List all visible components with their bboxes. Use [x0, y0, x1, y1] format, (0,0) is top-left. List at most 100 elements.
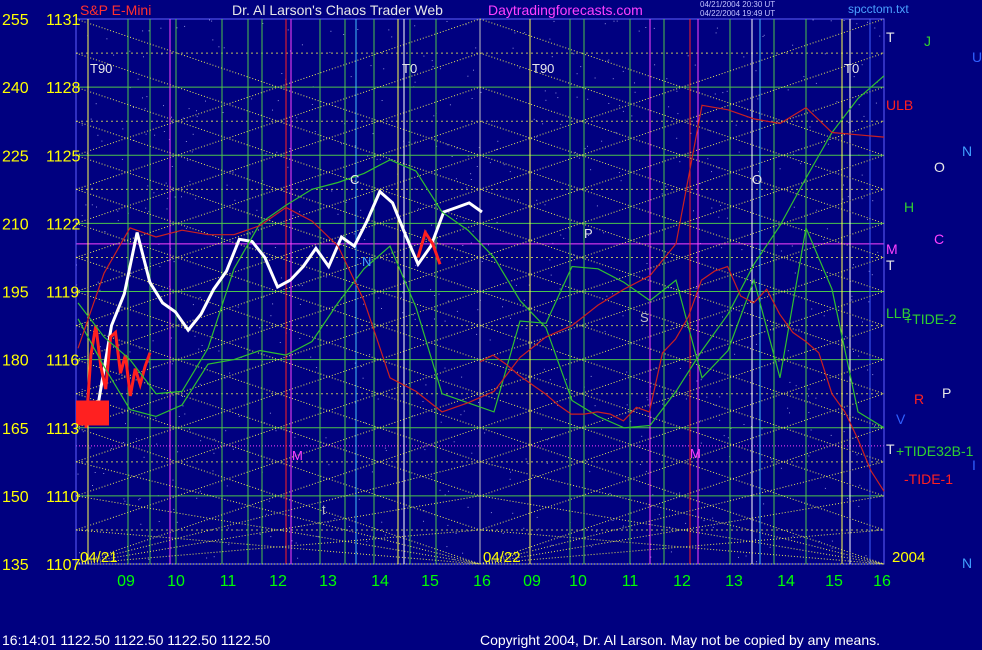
- hour-label: 15: [825, 573, 843, 590]
- star-dot: [865, 555, 867, 557]
- star-dot: [229, 372, 231, 374]
- star-dot: [81, 215, 83, 217]
- star-dot: [755, 538, 756, 540]
- star-dot: [696, 380, 698, 382]
- star-dot: [188, 108, 190, 110]
- star-dot: [723, 435, 725, 437]
- star-dot: [167, 197, 169, 199]
- star-dot: [525, 458, 527, 460]
- star-dot: [695, 287, 697, 289]
- star-dot: [462, 245, 464, 246]
- star-dot: [184, 413, 186, 415]
- star-dot: [536, 199, 538, 201]
- star-dot: [536, 136, 538, 138]
- star-dot: [199, 490, 201, 492]
- star-dot: [272, 109, 273, 111]
- star-dot: [123, 442, 124, 443]
- timestamp-block: 04/21/2004 20:30 UT 04/22/2004 19:49 UT: [700, 0, 775, 18]
- star-dot: [590, 169, 592, 171]
- star-dot: [142, 30, 144, 32]
- star-dot: [795, 385, 797, 387]
- star-dot: [155, 417, 157, 419]
- star-dot: [178, 416, 180, 417]
- star-dot: [89, 447, 91, 449]
- star-dot: [277, 100, 279, 102]
- star-dot: [163, 131, 165, 132]
- star-dot: [96, 206, 97, 208]
- star-dot: [518, 199, 519, 201]
- star-dot: [162, 289, 164, 291]
- star-dot: [693, 210, 694, 212]
- star-dot: [147, 185, 149, 187]
- star-dot: [615, 132, 617, 134]
- star-dot: [391, 36, 393, 38]
- star-dot: [879, 35, 881, 37]
- star-dot: [560, 124, 562, 126]
- left-scale-label: 135: [2, 557, 29, 574]
- star-dot: [858, 505, 860, 507]
- star-dot: [604, 330, 606, 332]
- star-dot: [823, 238, 825, 240]
- star-dot: [808, 455, 810, 457]
- left-scale-label: 255: [2, 12, 29, 29]
- right-label: +TIDE-2: [904, 311, 957, 327]
- star-dot: [721, 247, 723, 249]
- star-dot: [608, 59, 610, 61]
- star-dot: [101, 140, 103, 142]
- star-dot: [305, 444, 307, 446]
- star-dot: [861, 174, 863, 176]
- star-dot: [156, 443, 158, 445]
- star-dot: [295, 542, 297, 544]
- star-dot: [559, 288, 561, 290]
- star-dot: [209, 19, 210, 21]
- star-dot: [646, 263, 648, 264]
- star-dot: [608, 103, 610, 104]
- star-dot: [580, 66, 582, 68]
- hour-label: 09: [117, 573, 135, 590]
- star-dot: [451, 156, 453, 157]
- star-dot: [153, 366, 155, 368]
- hour-label: 11: [220, 573, 237, 590]
- star-dot: [174, 196, 176, 198]
- star-dot: [196, 497, 198, 499]
- star-dot: [631, 115, 633, 117]
- star-dot: [510, 317, 511, 319]
- star-dot: [218, 46, 220, 48]
- star-dot: [103, 473, 105, 474]
- star-dot: [875, 102, 877, 104]
- star-dot: [549, 379, 551, 381]
- star-dot: [153, 192, 155, 194]
- star-dot: [294, 436, 296, 438]
- star-dot: [187, 159, 189, 161]
- star-dot: [412, 415, 414, 417]
- star-dot: [666, 78, 668, 80]
- star-dot: [431, 224, 433, 226]
- series-line: [77, 104, 885, 413]
- right-label: T: [886, 29, 895, 45]
- star-dot: [831, 540, 833, 542]
- star-dot: [831, 547, 833, 549]
- chart-title: Dr. Al Larson's Chaos Trader Web: [232, 2, 443, 18]
- star-dot: [139, 498, 141, 499]
- star-dot: [384, 447, 386, 449]
- star-dot: [853, 264, 854, 266]
- price-label: 1119: [46, 285, 79, 302]
- right-label: ULB: [886, 97, 913, 113]
- star-dot: [722, 92, 724, 94]
- star-dot: [449, 104, 451, 106]
- price-label: 1107: [46, 557, 81, 574]
- star-dot: [770, 458, 772, 460]
- star-dot: [249, 233, 251, 235]
- star-dot: [743, 56, 745, 58]
- star-dot: [685, 522, 687, 524]
- star-dot: [470, 242, 472, 244]
- star-dot: [145, 133, 147, 135]
- star-dot: [299, 211, 301, 213]
- star-dot: [620, 180, 622, 182]
- star-dot: [131, 272, 133, 274]
- star-dot: [872, 200, 874, 202]
- star-dot: [423, 55, 425, 57]
- star-dot: [388, 29, 390, 31]
- hour-label: 14: [777, 573, 795, 590]
- star-dot: [811, 308, 813, 310]
